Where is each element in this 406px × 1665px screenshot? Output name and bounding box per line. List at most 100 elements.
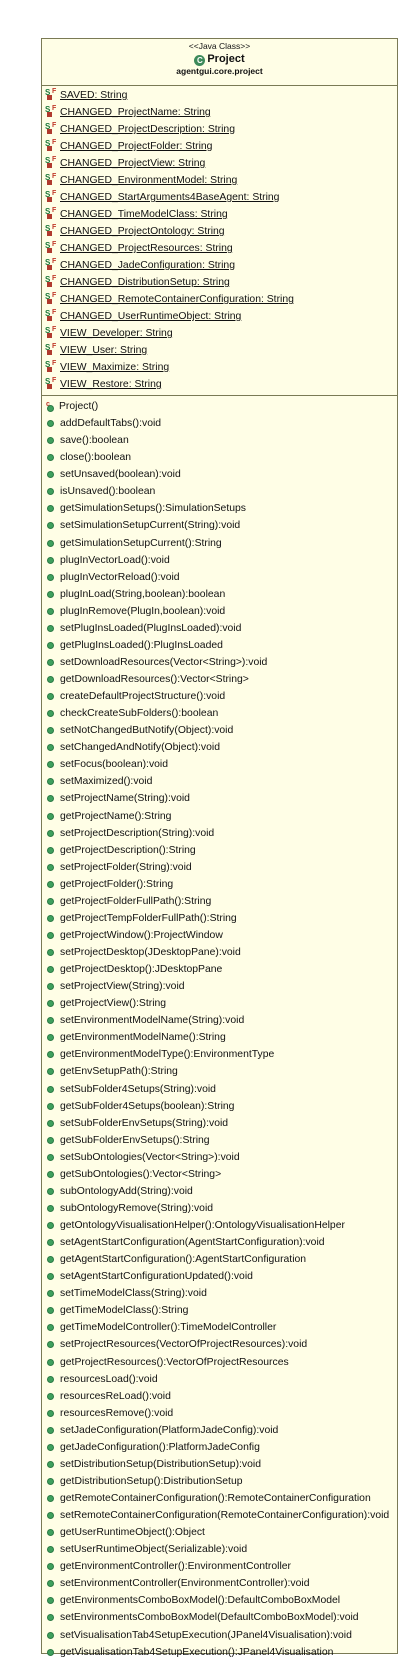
public-method-icon xyxy=(47,1648,54,1656)
method-label: setJadeConfiguration(PlatformJadeConfig)… xyxy=(60,1424,279,1436)
field-label: CHANGED_EnvironmentModel: String xyxy=(60,175,238,186)
method-row: getTimeModelClass():String xyxy=(42,1302,397,1319)
method-row: getAgentStartConfiguration():AgentStartC… xyxy=(42,1251,397,1268)
public-method-icon xyxy=(47,1000,54,1008)
public-method-icon xyxy=(47,1614,54,1622)
method-row: plugInRemove(PlugIn,boolean):void xyxy=(42,603,397,620)
public-method-icon xyxy=(47,505,54,513)
public-method-icon xyxy=(47,778,54,786)
field-label: CHANGED_RemoteContainerConfiguration: St… xyxy=(60,294,294,305)
method-row: setEnvironmentModelName(String):void xyxy=(42,1012,397,1029)
public-method-icon xyxy=(47,1068,54,1076)
method-row: setChangedAndNotify(Object):void xyxy=(42,739,397,756)
field-label: CHANGED_UserRuntimeObject: String xyxy=(60,311,242,322)
public-method-icon xyxy=(47,897,54,905)
method-label: getDownloadResources():Vector<String> xyxy=(60,674,249,686)
method-label: subOntologyRemove(String):void xyxy=(60,1202,214,1214)
method-row: getProjectFolder():String xyxy=(42,876,397,893)
method-label: setNotChangedButNotify(Object):void xyxy=(60,725,234,737)
method-label: getProjectView():String xyxy=(60,998,167,1010)
method-row: setEnvironmentsComboBoxModel(DefaultComb… xyxy=(42,1609,397,1626)
method-row: setRemoteContainerConfiguration(RemoteCo… xyxy=(42,1507,397,1524)
method-row: close():boolean xyxy=(42,449,397,466)
constructor-icon: c xyxy=(46,401,55,413)
public-method-icon xyxy=(47,1512,54,1520)
method-label: addDefaultTabs():void xyxy=(60,418,162,430)
method-label: getAgentStartConfiguration():AgentStartC… xyxy=(60,1254,307,1266)
method-row: getProjectDesktop():JDesktopPane xyxy=(42,961,397,978)
public-method-icon xyxy=(47,624,54,632)
static-final-field-icon: SF xyxy=(45,139,59,154)
method-label: getSubOntologies():Vector<String> xyxy=(60,1168,222,1180)
method-label: getEnvironmentModelType():EnvironmentTyp… xyxy=(60,1049,275,1061)
method-row: getProjectResources():VectorOfProjectRes… xyxy=(42,1354,397,1371)
public-method-icon xyxy=(47,1017,54,1025)
method-row: setProjectDescription(String):void xyxy=(42,825,397,842)
method-label: setChangedAndNotify(Object):void xyxy=(60,742,220,754)
method-row: getJadeConfiguration():PlatformJadeConfi… xyxy=(42,1439,397,1456)
method-row: save():boolean xyxy=(42,432,397,449)
method-row: setNotChangedButNotify(Object):void xyxy=(42,722,397,739)
static-final-field-icon: SF xyxy=(45,292,59,307)
public-method-icon xyxy=(47,1051,54,1059)
method-row: getSubOntologies():Vector<String> xyxy=(42,1166,397,1183)
method-label: getEnvSetupPath():String xyxy=(60,1066,178,1078)
public-method-icon xyxy=(47,1597,54,1605)
method-row: getProjectTempFolderFullPath():String xyxy=(42,910,397,927)
public-method-icon xyxy=(47,1392,54,1400)
method-row: plugInLoad(String,boolean):boolean xyxy=(42,586,397,603)
field-label: CHANGED_StartArguments4BaseAgent: String xyxy=(60,192,280,203)
public-method-icon xyxy=(47,966,54,974)
method-row: setPlugInsLoaded(PlugInsLoaded):void xyxy=(42,620,397,637)
public-method-icon xyxy=(47,658,54,666)
method-label: plugInLoad(String,boolean):boolean xyxy=(60,588,226,600)
method-row: checkCreateSubFolders():boolean xyxy=(42,705,397,722)
method-row: getPlugInsLoaded():PlugInsLoaded xyxy=(42,637,397,654)
method-row: setUserRuntimeObject(Serializable):void xyxy=(42,1541,397,1558)
class-title: C Project xyxy=(42,52,397,66)
public-method-icon xyxy=(47,454,54,462)
method-row: setProjectResources(VectorOfProjectResou… xyxy=(42,1336,397,1353)
public-method-icon xyxy=(47,1034,54,1042)
method-row: resourcesRemove():void xyxy=(42,1405,397,1422)
method-label: checkCreateSubFolders():boolean xyxy=(60,708,219,720)
method-label: setDistributionSetup(DistributionSetup):… xyxy=(60,1458,261,1470)
method-row: getRemoteContainerConfiguration():Remote… xyxy=(42,1490,397,1507)
method-label: setSimulationSetupCurrent(String):void xyxy=(60,520,241,532)
static-final-field-icon: SF xyxy=(45,224,59,239)
method-label: getJadeConfiguration():PlatformJadeConfi… xyxy=(60,1441,260,1453)
method-label: getProjectName():String xyxy=(60,810,172,822)
public-method-icon xyxy=(47,641,54,649)
method-row: getTimeModelController():TimeModelContro… xyxy=(42,1319,397,1336)
public-method-icon xyxy=(47,1290,54,1298)
public-method-icon xyxy=(47,522,54,530)
public-method-icon xyxy=(47,710,54,718)
method-label: getSimulationSetups():SimulationSetups xyxy=(60,503,246,515)
method-label: getOntologyVisualisationHelper():Ontolog… xyxy=(60,1220,345,1232)
method-label: getRemoteContainerConfiguration():Remote… xyxy=(60,1493,371,1505)
method-row: isUnsaved():boolean xyxy=(42,483,397,500)
public-method-icon xyxy=(47,1580,54,1588)
public-method-icon xyxy=(47,1273,54,1281)
method-row: resourcesLoad():void xyxy=(42,1371,397,1388)
method-label: close():boolean xyxy=(60,452,132,464)
static-final-field-icon: SF xyxy=(45,360,59,375)
public-method-icon xyxy=(47,761,54,769)
public-method-icon xyxy=(47,744,54,752)
method-label: setProjectView(String):void xyxy=(60,981,185,993)
method-row: setMaximized():void xyxy=(42,773,397,790)
public-method-icon xyxy=(47,1546,54,1554)
field-label: VIEW_Restore: String xyxy=(60,379,162,390)
static-final-field-icon: SF xyxy=(45,88,59,103)
method-label: plugInVectorLoad():void xyxy=(60,554,170,566)
field-label: CHANGED_ProjectName: String xyxy=(60,107,211,118)
field-label: SAVED: String xyxy=(60,90,128,101)
method-row: getDownloadResources():Vector<String> xyxy=(42,671,397,688)
public-method-icon xyxy=(47,1358,54,1366)
method-label: setProjectResources(VectorOfProjectResou… xyxy=(60,1339,308,1351)
method-row: setJadeConfiguration(PlatformJadeConfig)… xyxy=(42,1422,397,1439)
method-row: getEnvironmentModelName():String xyxy=(42,1029,397,1046)
method-row: setTimeModelClass(String):void xyxy=(42,1285,397,1302)
public-method-icon xyxy=(47,607,54,615)
public-method-icon xyxy=(47,1170,54,1178)
